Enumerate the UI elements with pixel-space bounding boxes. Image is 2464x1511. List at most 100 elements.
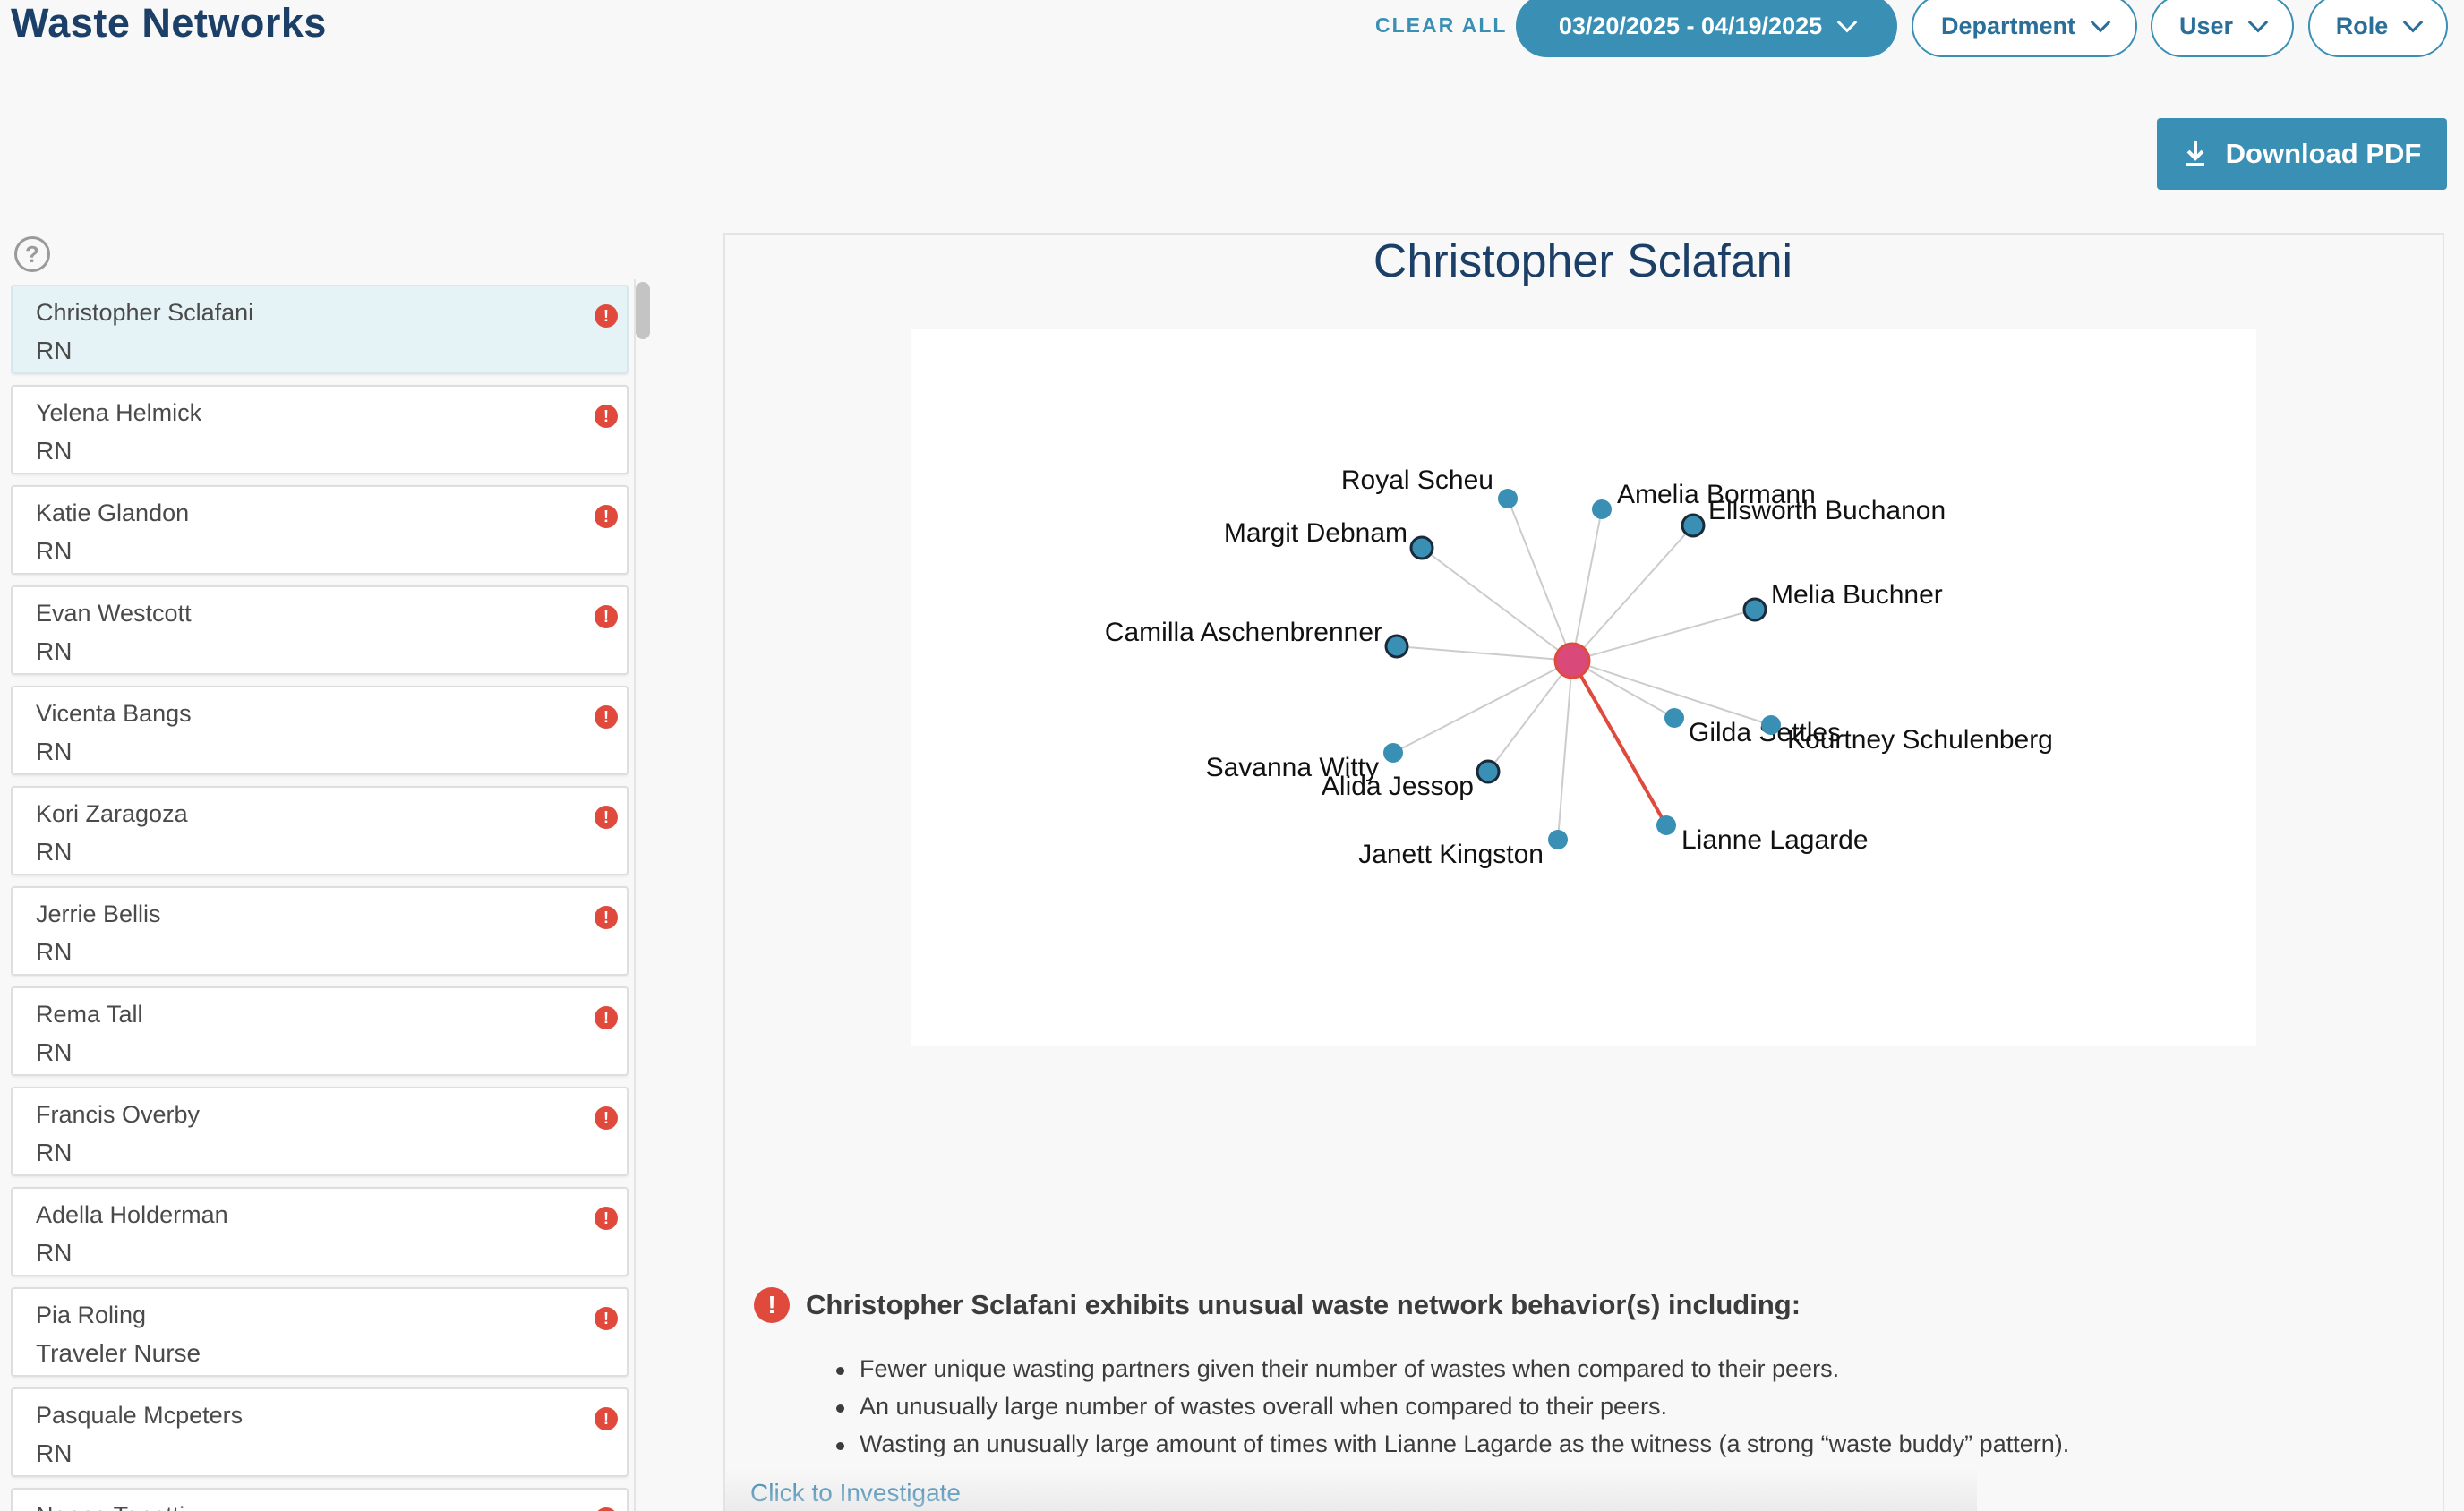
network-node-label: Ellsworth Buchanon (1708, 496, 1946, 525)
network-edge (1396, 645, 1573, 662)
user-role: RN (36, 437, 73, 465)
network-node (1664, 708, 1684, 728)
network-node-label: Royal Scheu (1341, 465, 1493, 495)
user-role: RN (36, 1239, 73, 1267)
user-name: Pasquale Mcpeters (36, 1402, 244, 1429)
alert-icon: ! (595, 1207, 618, 1230)
network-node-label: Janett Kingston (1358, 840, 1544, 869)
alert-icon: ! (595, 405, 618, 428)
user-list-scrollbar-track[interactable] (634, 279, 654, 1511)
user-list-item[interactable]: Rema Tall RN! (11, 986, 629, 1076)
user-list-item[interactable]: Jerrie Bellis RN! (11, 886, 629, 976)
investigate-link[interactable]: Click to Investigate (750, 1479, 961, 1507)
user-name: Pia Roling (36, 1302, 147, 1328)
network-edge (1392, 660, 1573, 754)
user-name: Vicenta Bangs (36, 700, 192, 727)
network-node (1592, 499, 1612, 519)
user-filter[interactable]: User (2151, 0, 2294, 57)
network-node-label: Margit Debnam (1224, 518, 1407, 548)
department-filter[interactable]: Department (1912, 0, 2137, 57)
user-name: Francis Overby (36, 1101, 201, 1128)
alert-icon: ! (595, 304, 618, 328)
date-range-label: 03/20/2025 - 04/19/2025 (1558, 12, 1823, 39)
user-role: RN (36, 337, 73, 364)
findings-heading: ! Christopher Sclafani exhibits unusual … (754, 1287, 1801, 1323)
finding-item: An unusually large number of wastes over… (835, 1393, 2069, 1430)
findings-heading-text: Christopher Sclafani exhibits unusual wa… (806, 1289, 1801, 1320)
network-node (1383, 743, 1403, 763)
user-name: Christopher Sclafani (36, 299, 254, 326)
network-node-label: Melia Buchner (1771, 580, 1943, 610)
alert-icon: ! (595, 705, 618, 729)
network-edge-highlighted (1570, 660, 1668, 826)
download-pdf-label: Download PDF (2225, 138, 2422, 169)
download-icon (2186, 141, 2204, 166)
role-filter-label: Role (2335, 12, 2389, 39)
network-node (1656, 815, 1676, 835)
user-filter-label: User (2178, 12, 2234, 39)
network-node (1384, 634, 1409, 659)
user-list-scrollbar-thumb[interactable] (636, 282, 650, 339)
user-name: Kori Zaragoza (36, 800, 188, 827)
network-edge (1571, 609, 1756, 662)
network-edge (1557, 660, 1573, 841)
user-name: Evan Westcott (36, 600, 192, 627)
alert-icon: ! (595, 605, 618, 628)
alert-icon: ! (595, 1407, 618, 1430)
user-name: Yelena Helmick (36, 399, 202, 426)
user-list-item[interactable]: Pia Roling Traveler Nurse! (11, 1287, 629, 1377)
finding-item: Wasting an unusually large amount of tim… (835, 1430, 2069, 1468)
alert-icon: ! (595, 1507, 618, 1511)
network-node (1742, 597, 1767, 622)
user-role: RN (36, 1038, 73, 1066)
download-pdf-button[interactable]: Download PDF (2157, 118, 2447, 190)
user-list-item[interactable]: Katie Glandon RN! (11, 485, 629, 575)
chevron-down-icon (2402, 12, 2424, 33)
user-list-item[interactable]: Evan Westcott RN! (11, 585, 629, 675)
user-list-item[interactable]: Kori Zaragoza RN! (11, 786, 629, 875)
user-list-item[interactable]: Pasquale Mcpeters RN! (11, 1387, 629, 1477)
user-role: RN (36, 738, 73, 765)
network-edge (1571, 508, 1603, 662)
network-center-node (1553, 642, 1591, 679)
network-node-label: Alida Jessop (1322, 772, 1474, 801)
user-list-item[interactable]: Adella Holderman RN! (11, 1187, 629, 1276)
alert-icon: ! (595, 906, 618, 929)
user-role: RN (36, 1139, 73, 1166)
user-name: Jerrie Bellis (36, 901, 161, 927)
page-title: Waste Networks (11, 0, 327, 46)
network-node (1681, 513, 1706, 538)
network-edge (1571, 525, 1694, 662)
chevron-down-icon (2090, 12, 2111, 33)
alert-icon: ! (595, 1307, 618, 1330)
waste-network-graph: Royal Scheu Amelia Bormann Ellsworth Bucha… (911, 329, 2256, 1046)
user-name: Rema Tall (36, 1001, 143, 1028)
alert-icon: ! (595, 1006, 618, 1029)
user-role: RN (36, 938, 73, 966)
chevron-down-icon (1836, 12, 1858, 33)
role-filter[interactable]: Role (2308, 0, 2448, 57)
clear-all-button[interactable]: CLEAR ALL (1375, 13, 1507, 38)
network-node-label: Kourtney Schulenberg (1787, 725, 2053, 755)
alert-icon: ! (754, 1287, 790, 1323)
user-role: RN (36, 1439, 73, 1467)
user-list-item[interactable]: Nanna TonettiRN! (11, 1488, 629, 1511)
date-range-filter[interactable]: 03/20/2025 - 04/19/2025 (1516, 0, 1897, 57)
user-role: RN (36, 838, 73, 866)
network-node-label: Camilla Aschenbrenner (1105, 618, 1382, 647)
alert-icon: ! (595, 1106, 618, 1130)
network-node (1761, 715, 1781, 735)
findings-list: Fewer unique wasting partners given thei… (835, 1355, 2069, 1468)
user-list-item[interactable]: Yelena Helmick RN! (11, 385, 629, 474)
user-list: Christopher Sclafani RN! Yelena Helmick RN!… (11, 285, 629, 1511)
user-role: RN (36, 637, 73, 665)
user-name: Katie Glandon (36, 499, 190, 526)
network-node (1498, 489, 1518, 508)
department-filter-label: Department (1940, 12, 2076, 39)
user-list-item[interactable]: Christopher Sclafani RN! (11, 285, 629, 374)
user-list-item[interactable]: Francis Overby RN! (11, 1087, 629, 1176)
user-list-item[interactable]: Vicenta Bangs RN! (11, 686, 629, 775)
user-role: RN (36, 537, 73, 565)
network-node (1476, 759, 1501, 784)
detail-title: Christopher Sclafani (1373, 235, 1793, 287)
